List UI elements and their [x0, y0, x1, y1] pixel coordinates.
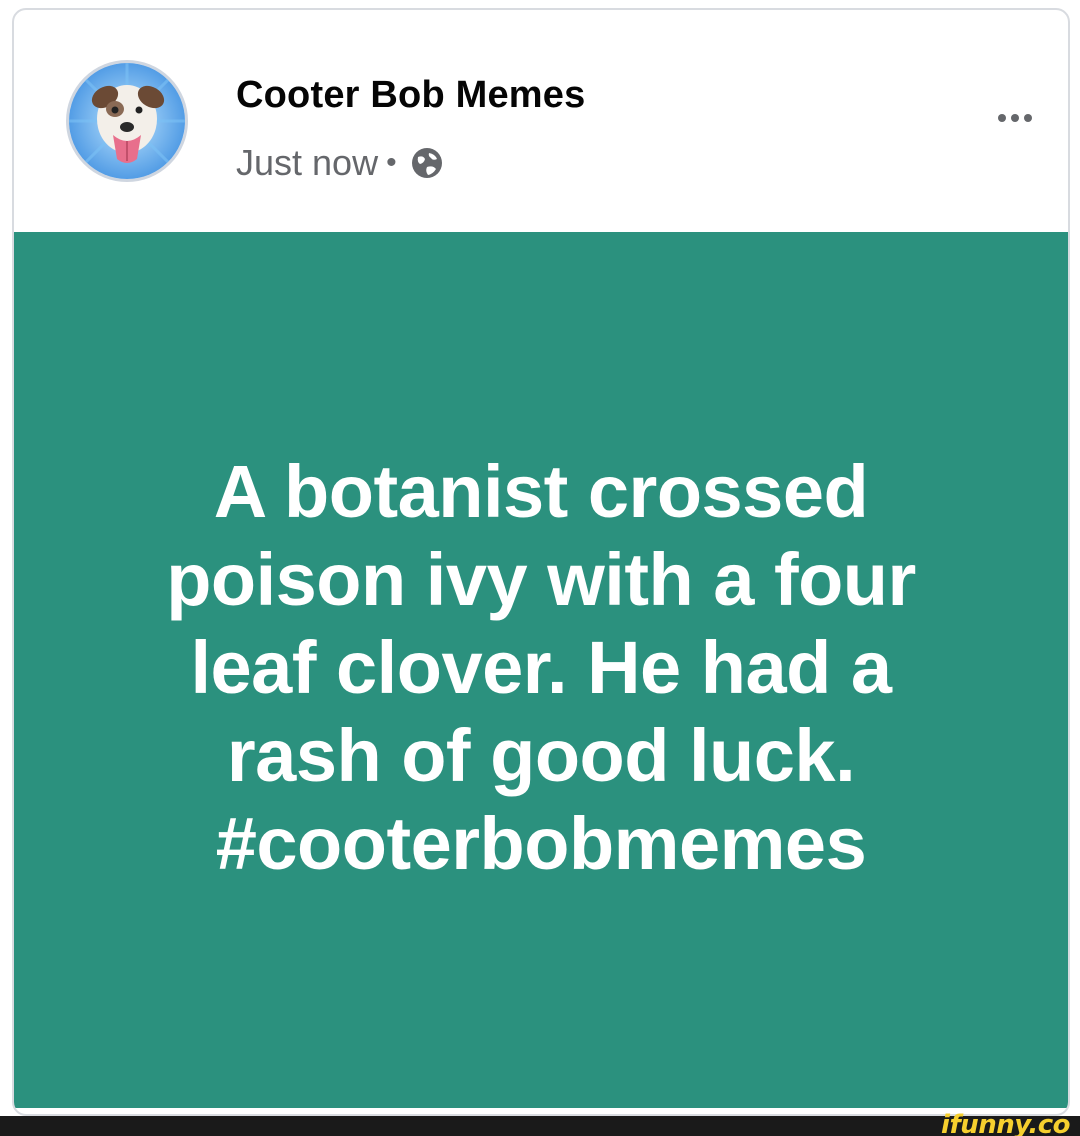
post-text-line: A botanist crossed	[213, 450, 869, 533]
ellipsis-dot	[1011, 114, 1019, 122]
facebook-post-card: Cooter Bob Memes Just now • A botanist c…	[12, 8, 1070, 1116]
watermark-bar	[0, 1116, 1080, 1136]
post-text-line: leaf clover. He had a	[190, 626, 892, 709]
dog-avatar-image	[69, 63, 185, 179]
screenshot: Cooter Bob Memes Just now • A botanist c…	[0, 0, 1080, 1136]
ellipsis-dot	[1024, 114, 1032, 122]
page-avatar[interactable]	[66, 60, 188, 182]
post-timestamp[interactable]: Just now	[236, 142, 378, 184]
ifunny-watermark: ifunny.co	[941, 1110, 1070, 1136]
post-header: Cooter Bob Memes Just now •	[14, 10, 1068, 232]
post-text-line: #cooterbobmemes	[215, 802, 867, 885]
ellipsis-icon	[998, 114, 1006, 122]
meta-separator: •	[386, 146, 397, 179]
post-text-image[interactable]: A botanist crossed poison ivy with a fou…	[14, 232, 1068, 1108]
globe-icon	[409, 145, 445, 181]
post-text-line: poison ivy with a four	[166, 538, 916, 621]
post-text-line: rash of good luck.	[226, 714, 856, 797]
more-options-button[interactable]	[998, 114, 1032, 122]
post-meta: Just now •	[236, 142, 445, 184]
post-text: A botanist crossed poison ivy with a fou…	[14, 448, 1068, 888]
page-name[interactable]: Cooter Bob Memes	[236, 74, 585, 117]
